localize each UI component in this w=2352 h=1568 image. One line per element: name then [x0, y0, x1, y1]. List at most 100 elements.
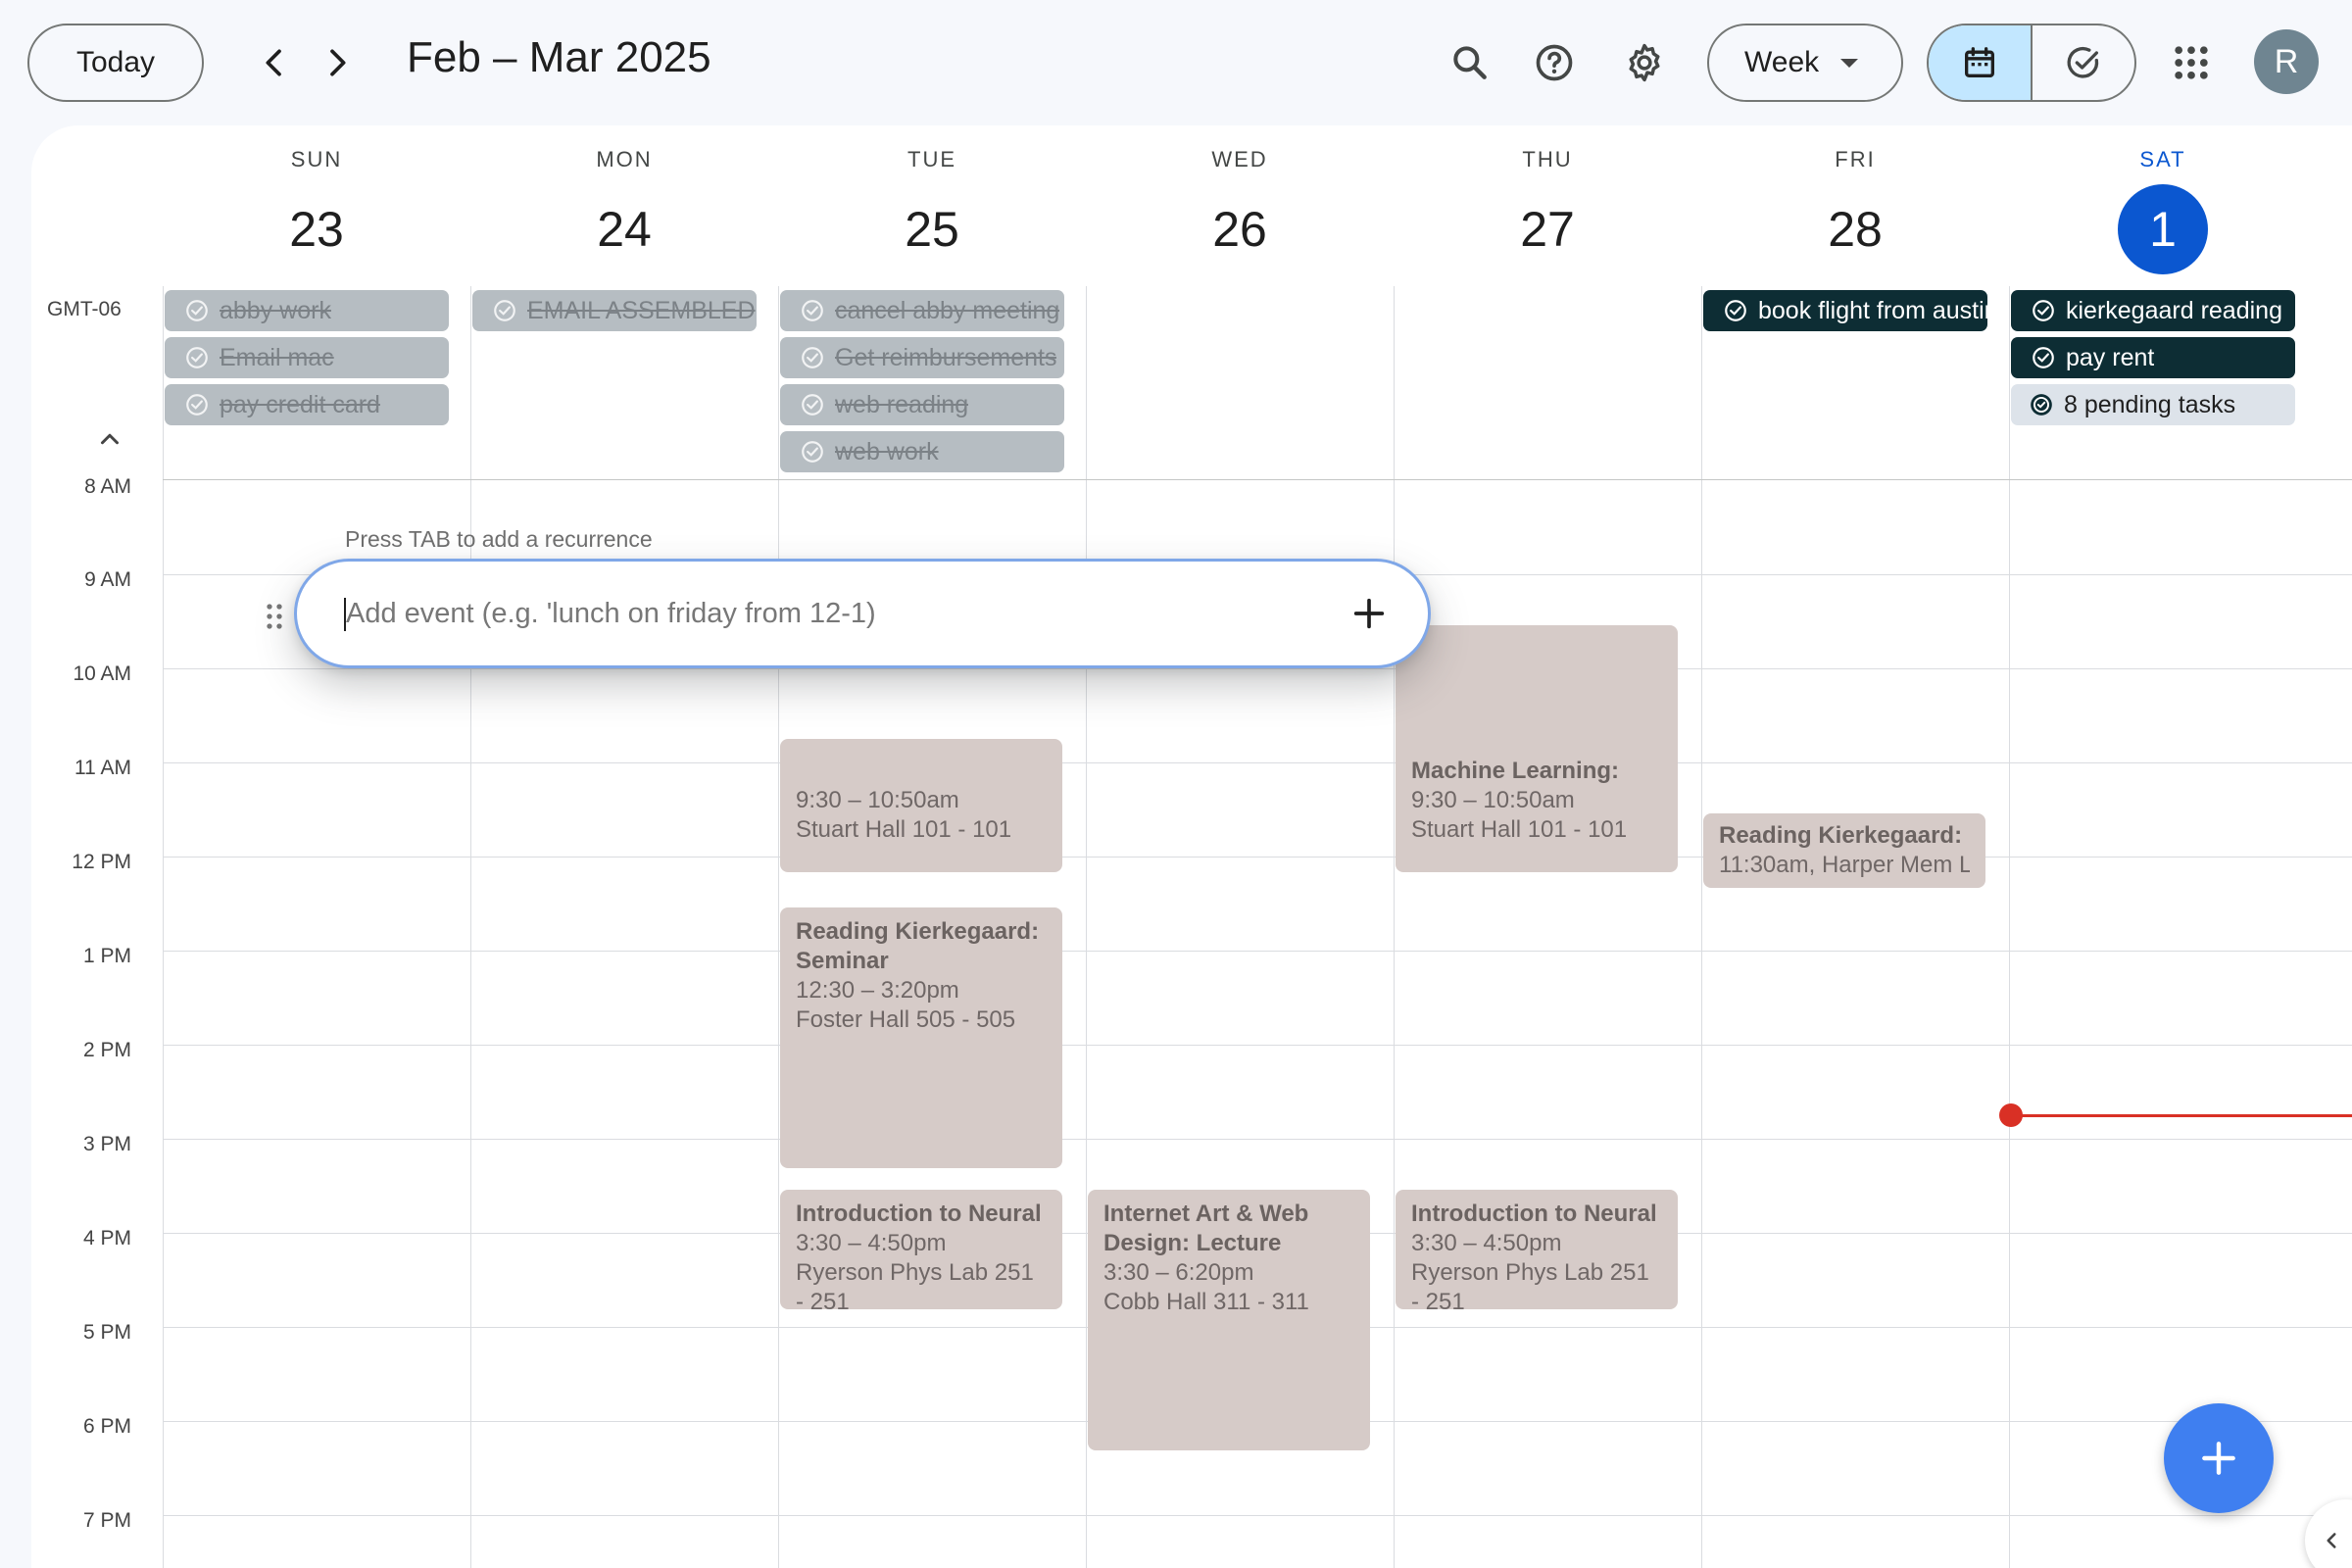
hour-label: 2 PM [82, 1039, 131, 1061]
task-done-icon [802, 394, 823, 416]
allday-task-done[interactable]: EMAIL ASSEMBLED [472, 290, 757, 331]
event-location: Stuart Hall 101 - 101 [1411, 816, 1628, 843]
plus-icon [2202, 1442, 2235, 1475]
drag-handle-icon[interactable] [263, 602, 286, 631]
event-title: Reading Kierkegaard: Seminar [796, 918, 1040, 974]
current-time-line [2011, 1114, 2352, 1117]
hour-label: 7 PM [82, 1509, 131, 1532]
allday-task-done[interactable]: web reading [780, 384, 1064, 425]
task-check-icon [2067, 46, 2099, 78]
day-header-wed[interactable]: WED 26 [1086, 125, 1394, 292]
allday-task-label: Email mac [220, 343, 334, 371]
allday-task-label: pay rent [2066, 343, 2155, 371]
day-number-today[interactable]: 1 [2118, 184, 2208, 274]
search-button[interactable] [1437, 29, 1503, 96]
day-of-week: FRI [1835, 147, 1876, 172]
top-bar: Today Feb – Mar 2025 Week R [0, 0, 2352, 125]
day-number[interactable]: 27 [1502, 184, 1592, 274]
pending-tasks-label: 8 pending tasks [2064, 390, 2236, 418]
create-event-fab[interactable] [2164, 1403, 2274, 1513]
allday-task-done[interactable]: Get reimbursements [780, 337, 1064, 378]
hour-label: 11 AM [74, 757, 131, 779]
task-check-icon [1725, 300, 1746, 321]
day-header-thu[interactable]: THU 27 [1394, 125, 1701, 292]
next-week-button[interactable] [304, 29, 370, 96]
prev-week-button[interactable] [241, 29, 308, 96]
day-number[interactable]: 26 [1195, 184, 1285, 274]
text-caret [344, 598, 346, 631]
hour-label: 12 PM [72, 851, 131, 873]
day-header-sun[interactable]: SUN 23 [163, 125, 470, 292]
day-header-sat[interactable]: SAT 1 [2009, 125, 2317, 292]
task-check-icon [2033, 347, 2054, 368]
apps-button[interactable] [2158, 29, 2225, 96]
allday-task-label: book flight from austin [1758, 296, 1987, 324]
day-number[interactable]: 23 [271, 184, 362, 274]
view-selector-label: Week [1744, 46, 1820, 78]
task-done-icon [494, 300, 515, 321]
allday-task-done[interactable]: cancel abby meeting [780, 290, 1064, 331]
hour-line [163, 668, 2352, 669]
day-header-tue[interactable]: TUE 25 [778, 125, 1086, 292]
event-neural-thu[interactable]: Introduction to Neural 3:30 – 4:50pm Rye… [1396, 1190, 1678, 1309]
day-number[interactable]: 25 [887, 184, 977, 274]
settings-button[interactable] [1611, 29, 1678, 96]
quick-add-input[interactable] [346, 597, 1342, 630]
search-icon [1453, 46, 1487, 79]
event-neural-tue[interactable]: Introduction to Neural 3:30 – 4:50pm Rye… [780, 1190, 1062, 1309]
day-header-mon[interactable]: MON 24 [470, 125, 778, 292]
avatar[interactable]: R [2254, 29, 2319, 94]
hour-label: 4 PM [82, 1227, 131, 1250]
allday-task-label: abby work [220, 296, 331, 324]
day-of-week: SUN [290, 147, 343, 172]
view-selector[interactable]: Week [1707, 24, 1903, 102]
task-done-icon [186, 394, 208, 416]
chevron-right-icon [330, 49, 346, 76]
collapse-allday-button[interactable] [90, 419, 129, 459]
pending-tasks-chip[interactable]: 8 pending tasks [2011, 384, 2295, 425]
allday-task-done[interactable]: Email mac [165, 337, 449, 378]
quick-add-submit-button[interactable] [1342, 586, 1396, 641]
hour-line [163, 1139, 2352, 1140]
chevron-left-icon [2327, 1533, 2336, 1548]
task-done-icon [186, 347, 208, 368]
calendar-tasks-toggle [1927, 24, 2136, 102]
help-button[interactable] [1521, 29, 1588, 96]
allday-task[interactable]: book flight from austin [1703, 290, 1987, 331]
event-machine-learning-tue[interactable]: 9:30 – 10:50am Stuart Hall 101 - 101 [780, 739, 1062, 872]
calendar-view-button[interactable] [1929, 25, 2033, 100]
allday-task-label: EMAIL ASSEMBLED [527, 296, 756, 324]
allday-task-done[interactable]: abby work [165, 290, 449, 331]
day-number[interactable]: 28 [1810, 184, 1900, 274]
allday-task-done[interactable]: web work [780, 431, 1064, 472]
pending-tasks-icon [2031, 394, 2052, 416]
hour-label: 1 PM [82, 945, 131, 967]
event-title: Internet Art & Web Design: Lecture [1103, 1200, 1309, 1256]
event-time: 3:30 – 4:50pm [796, 1230, 947, 1256]
hour-label: 9 AM [84, 568, 131, 591]
day-header-fri[interactable]: FRI 28 [1701, 125, 2009, 292]
allday-task[interactable]: pay rent [2011, 337, 2295, 378]
hour-label: 6 PM [82, 1415, 131, 1438]
hour-line [163, 762, 2352, 763]
event-machine-learning-thu[interactable]: Machine Learning: 9:30 – 10:50am Stuart … [1396, 625, 1678, 872]
calendar-week-panel: SUN 23 MON 24 TUE 25 WED 26 THU 27 FRI 2… [31, 125, 2352, 1568]
event-time: 3:30 – 6:20pm [1103, 1259, 1254, 1286]
settings-icon [1629, 43, 1660, 82]
day-of-week: THU [1522, 147, 1573, 172]
event-internet-art-wed[interactable]: Internet Art & Web Design: Lecture 3:30 … [1088, 1190, 1370, 1450]
event-time: 9:30 – 10:50am [796, 787, 959, 813]
day-of-week: MON [596, 147, 653, 172]
event-reading-kierkegaard-tue[interactable]: Reading Kierkegaard: Seminar 12:30 – 3:2… [780, 907, 1062, 1168]
day-number[interactable]: 24 [579, 184, 669, 274]
allday-task-label: cancel abby meeting [835, 296, 1060, 324]
hour-label: 8 AM [84, 475, 131, 498]
allday-task-done[interactable]: pay credit card [165, 384, 449, 425]
event-reading-kierkegaard-fri[interactable]: Reading Kierkegaard: Discussion 11:30am,… [1703, 813, 1985, 888]
timezone-label: GMT-06 [47, 298, 122, 320]
allday-task[interactable]: kierkegaard reading [2011, 290, 2295, 331]
today-button[interactable]: Today [27, 24, 204, 102]
event-title: Machine Learning: [1411, 758, 1620, 784]
date-range-title: Feb – Mar 2025 [407, 33, 711, 81]
tasks-view-button[interactable] [2033, 25, 2134, 100]
